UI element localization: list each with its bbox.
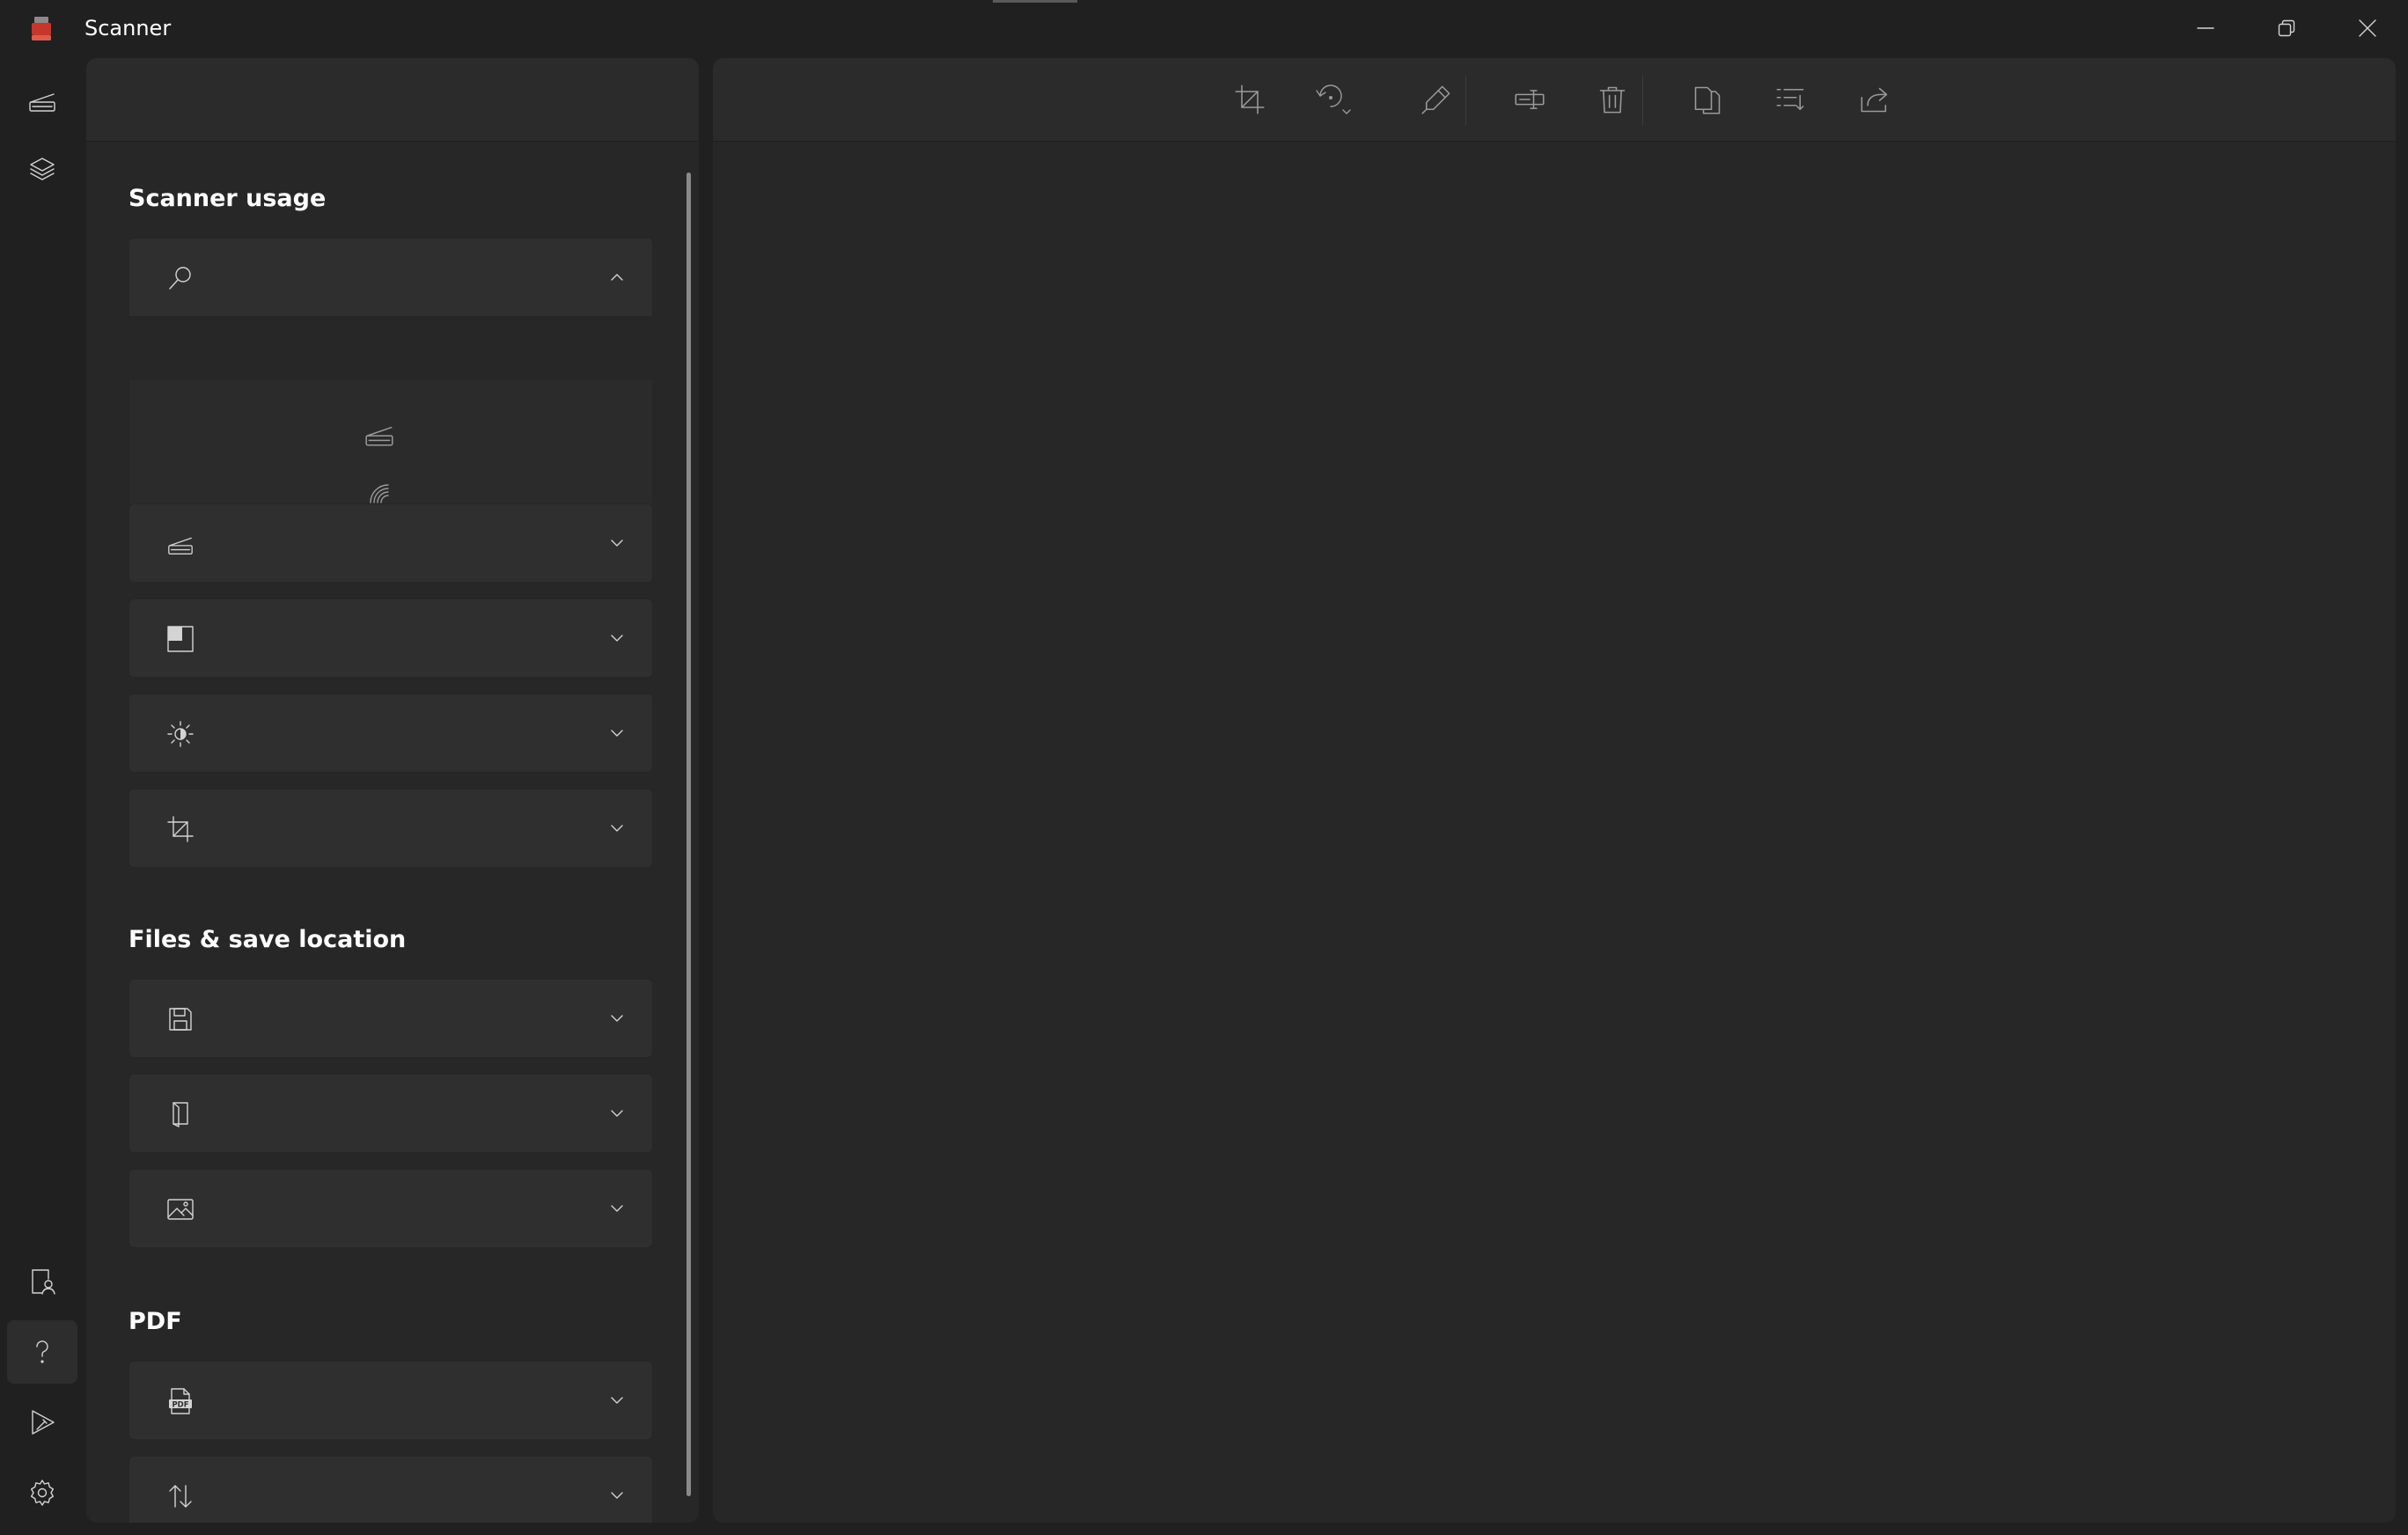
- settings-panel: Scanner usage Files & save location PDF …: [86, 58, 699, 1523]
- section-title-pdf: PDF: [128, 1308, 182, 1335]
- drag-indicator: [993, 0, 1077, 3]
- rename-button[interactable]: [1510, 80, 1549, 119]
- pdf-options-expander[interactable]: PDF: [128, 1361, 653, 1440]
- chevron-down-icon: [606, 723, 628, 744]
- search-icon: [166, 264, 195, 292]
- share-icon: [1861, 87, 1888, 113]
- window-title: Scanner: [84, 16, 172, 40]
- title-bar[interactable]: Scanner: [0, 0, 2408, 56]
- settings-icon: [31, 1480, 54, 1506]
- image-icon: [166, 1195, 195, 1223]
- toolbar-separator: [1465, 76, 1466, 125]
- nav-settings-button[interactable]: [7, 1461, 77, 1524]
- chevron-down-icon: [606, 1390, 628, 1411]
- reorder-button[interactable]: [1771, 80, 1810, 119]
- chevron-up-icon: [606, 267, 628, 288]
- scanner-icon: [166, 530, 195, 558]
- crop-button[interactable]: [1230, 80, 1269, 119]
- edit-toolbar: [713, 58, 2396, 142]
- feedback-icon: [32, 1410, 55, 1435]
- rotate-icon: [1316, 84, 1351, 114]
- brightness-icon: [166, 720, 195, 748]
- chevron-down-icon: [606, 1198, 628, 1219]
- copy-button[interactable]: [1688, 80, 1727, 119]
- settings-scrollbar[interactable]: [686, 173, 691, 1496]
- crop-icon: [1235, 84, 1265, 114]
- crop-expander[interactable]: [128, 789, 653, 868]
- sort-icon: [166, 1482, 195, 1510]
- close-button[interactable]: [2327, 0, 2408, 56]
- chevron-down-icon: [606, 1008, 628, 1029]
- minimize-icon: [2197, 27, 2214, 29]
- restore-icon: [2278, 19, 2295, 37]
- minimize-button[interactable]: [2165, 0, 2246, 56]
- chevron-down-icon: [606, 532, 628, 554]
- scan-preview-panel: [713, 58, 2396, 1523]
- crop-icon: [166, 815, 195, 843]
- rename-icon: [1515, 90, 1545, 109]
- color-mode-icon: [166, 625, 195, 653]
- nav-help-button[interactable]: [7, 1320, 77, 1384]
- chevron-down-icon: [606, 1103, 628, 1124]
- file-type-expander[interactable]: [128, 979, 653, 1058]
- pdf-icon: PDF: [166, 1387, 195, 1415]
- chevron-down-icon: [606, 818, 628, 839]
- nav-layers-button[interactable]: [7, 137, 77, 201]
- save-location-expander[interactable]: [128, 1074, 653, 1153]
- scanner-source-expander[interactable]: [128, 503, 653, 583]
- delete-button[interactable]: [1593, 80, 1632, 119]
- chevron-down-icon: [606, 1485, 628, 1506]
- svg-text:PDF: PDF: [172, 1401, 188, 1410]
- help-icon: [36, 1340, 48, 1363]
- nav-feedback-button[interactable]: [7, 1391, 77, 1454]
- edit-icon: [1421, 85, 1450, 114]
- list-icon: [1776, 88, 1804, 111]
- scanner-icon: [29, 93, 55, 112]
- color-mode-expander[interactable]: [128, 599, 653, 678]
- settings-panel-header: [86, 58, 699, 142]
- image-options-expander[interactable]: [128, 1169, 653, 1248]
- folder-icon: [166, 1100, 195, 1128]
- rotate-button[interactable]: [1313, 80, 1369, 119]
- brightness-expander[interactable]: [128, 694, 653, 773]
- toolbar-separator: [1642, 76, 1643, 125]
- chevron-down-icon: [606, 628, 628, 649]
- nav-scan-button[interactable]: [7, 69, 77, 132]
- scanner-icon[interactable]: [363, 418, 395, 450]
- layers-icon: [30, 158, 55, 180]
- restore-button[interactable]: [2246, 0, 2327, 56]
- section-title-files: Files & save location: [128, 926, 407, 953]
- delete-icon: [1599, 86, 1626, 114]
- share-button[interactable]: [1855, 80, 1894, 119]
- contact-icon: [32, 1269, 55, 1295]
- scanner-app-icon: [28, 16, 55, 42]
- scanner-search-expander[interactable]: [128, 238, 653, 317]
- scan-preview-area: [713, 142, 2396, 1523]
- section-title-scanner-usage: Scanner usage: [128, 185, 327, 212]
- page-order-expander[interactable]: [128, 1456, 653, 1523]
- markup-button[interactable]: [1417, 80, 1456, 119]
- close-icon: [2359, 19, 2376, 37]
- save-icon: [166, 1005, 195, 1033]
- copy-icon: [1694, 86, 1721, 114]
- nav-contact-button[interactable]: [7, 1250, 77, 1313]
